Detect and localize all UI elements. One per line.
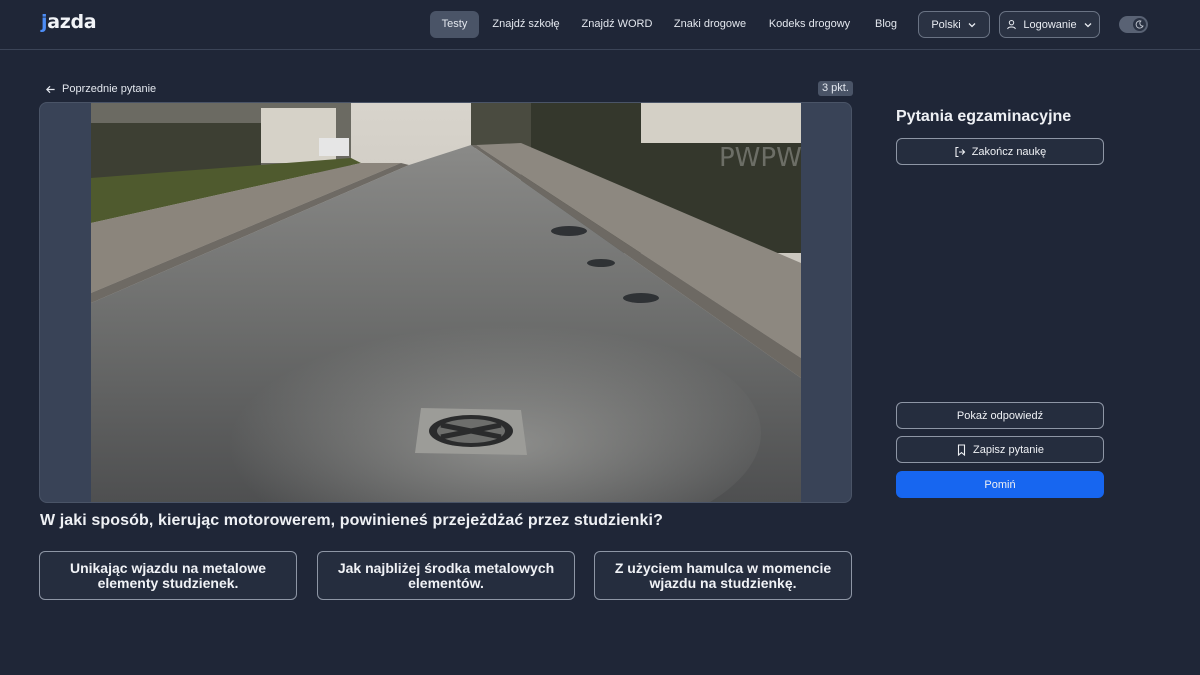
logout-icon	[955, 146, 965, 157]
answer-option-c[interactable]: Z użyciem hamulca w momencie wjazdu na s…	[594, 551, 852, 600]
language-select[interactable]: Polski	[918, 11, 990, 38]
login-label: Logowanie	[1023, 18, 1077, 31]
language-label: Polski	[931, 18, 961, 31]
sidebar-title: Pytania egzaminacyjne	[896, 108, 1072, 125]
bookmark-icon	[957, 443, 966, 456]
answer-option-a[interactable]: Unikając wjazdu na metalowe elementy stu…	[39, 551, 297, 600]
image-watermark: PWPW	[719, 143, 801, 173]
answer-label: Unikając wjazdu na metalowe elementy stu…	[69, 559, 267, 591]
theme-toggle[interactable]	[1119, 16, 1148, 33]
previous-question-label: Poprzednie pytanie	[62, 83, 157, 95]
save-question-button[interactable]: Zapisz pytanie	[896, 436, 1104, 463]
skip-label: Pomiń	[984, 478, 1016, 491]
answer-label: Jak najbliżej środka metalowych elementó…	[337, 559, 555, 591]
finish-learning-label: Zakończ naukę	[971, 145, 1047, 158]
nav-tab-blog[interactable]: Blog	[867, 11, 905, 38]
previous-question-link[interactable]: Poprzednie pytanie	[45, 81, 156, 97]
user-icon	[1007, 19, 1017, 30]
answer-label: Z użyciem hamulca w momencie wjazdu na s…	[614, 559, 832, 591]
top-navbar: jazda Testy Znajdź szkołę Znajdź WORD Zn…	[0, 0, 1200, 50]
nav-tab-find-word[interactable]: Znajdź WORD	[577, 11, 657, 38]
show-answer-label: Pokaż odpowiedź	[956, 409, 1044, 422]
question-text: W jaki sposób, kierując motorowerem, pow…	[40, 512, 663, 529]
moon-icon	[1133, 18, 1146, 31]
nav-tab-road-signs[interactable]: Znaki drogowe	[668, 11, 752, 38]
login-dropdown[interactable]: Logowanie	[999, 11, 1100, 38]
nav-tab-find-school[interactable]: Znajdź szkołę	[487, 11, 565, 38]
answer-option-b[interactable]: Jak najbliżej środka metalowych elementó…	[317, 551, 575, 600]
arrow-left-icon	[45, 85, 55, 93]
show-answer-button[interactable]: Pokaż odpowiedź	[896, 402, 1104, 429]
chevron-down-icon	[1084, 22, 1092, 27]
logo[interactable]: jazda	[41, 11, 97, 33]
skip-button[interactable]: Pomiń	[896, 471, 1104, 498]
nav-tab-traffic-code[interactable]: Kodeks drogowy	[763, 11, 856, 38]
question-media: PWPW	[39, 102, 852, 503]
points-badge: 3 pkt.	[818, 81, 853, 96]
finish-learning-button[interactable]: Zakończ naukę	[896, 138, 1104, 165]
question-photo: PWPW	[91, 103, 801, 502]
chevron-down-icon	[968, 22, 976, 27]
save-question-label: Zapisz pytanie	[973, 443, 1044, 456]
nav-tab-testy[interactable]: Testy	[430, 11, 479, 38]
